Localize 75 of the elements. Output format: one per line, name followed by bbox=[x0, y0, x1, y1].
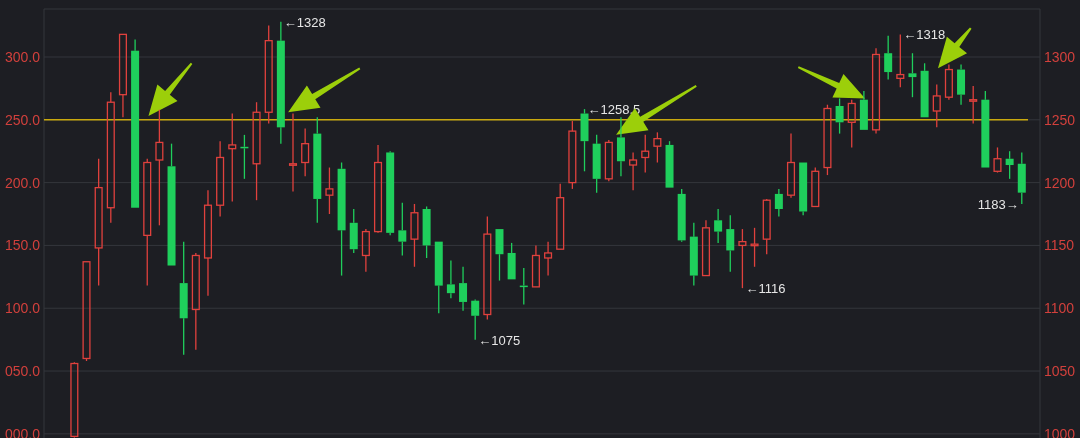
candlestick bbox=[653, 131, 662, 164]
candlestick bbox=[1005, 150, 1014, 180]
axis-label: 250.0 bbox=[4, 111, 40, 128]
axis-label: 050.0 bbox=[4, 363, 40, 380]
candlestick bbox=[932, 83, 941, 128]
candlestick bbox=[665, 140, 674, 189]
candlestick bbox=[835, 97, 844, 135]
candlestick bbox=[774, 188, 783, 218]
candlestick bbox=[786, 132, 796, 199]
axis-label: 1100 bbox=[1044, 300, 1075, 317]
price-label: ←1075 bbox=[478, 332, 521, 348]
candlestick bbox=[969, 85, 978, 125]
candlestick bbox=[823, 104, 832, 176]
axis-label: 000.0 bbox=[4, 425, 40, 438]
axis-label: 1200 bbox=[1044, 174, 1076, 191]
candlestick bbox=[471, 298, 480, 341]
candlestick bbox=[859, 90, 868, 131]
candlestick bbox=[495, 228, 504, 282]
candlestick bbox=[459, 266, 468, 312]
candlestick bbox=[410, 203, 419, 268]
candlestick bbox=[750, 227, 759, 268]
highlight-arrow bbox=[797, 66, 866, 99]
price-label: ←1328 bbox=[283, 14, 326, 30]
candlestick bbox=[1017, 151, 1026, 205]
candlestick bbox=[616, 116, 625, 177]
candlestick bbox=[629, 151, 638, 191]
candlestick bbox=[677, 188, 686, 243]
axis-label: 100.0 bbox=[4, 300, 40, 317]
candlestick bbox=[701, 219, 711, 277]
axis-label: 150.0 bbox=[4, 237, 40, 254]
candlestick bbox=[568, 120, 577, 190]
candlestick bbox=[908, 52, 917, 98]
price-label: ←1258.5 bbox=[587, 102, 641, 118]
candlestick bbox=[957, 63, 966, 106]
candlestick bbox=[762, 198, 771, 255]
price-label: 1183→ bbox=[977, 196, 1019, 212]
candlestick bbox=[531, 244, 540, 288]
candlestick bbox=[993, 146, 1002, 174]
candlestick bbox=[920, 62, 929, 118]
candlestick bbox=[604, 139, 613, 182]
candlestick bbox=[738, 228, 747, 289]
candlestick bbox=[507, 242, 516, 280]
candlestick bbox=[592, 134, 601, 194]
axis-label: 1250 bbox=[1044, 111, 1076, 128]
candlestick bbox=[325, 166, 334, 215]
candlestick bbox=[240, 134, 249, 180]
axis-label: 1150 bbox=[1044, 237, 1075, 254]
axis-label: 200.0 bbox=[4, 174, 40, 191]
candlestick bbox=[544, 241, 553, 277]
candlestick bbox=[580, 108, 589, 172]
candlestick bbox=[896, 33, 905, 88]
axis-label: 1300 bbox=[1044, 49, 1076, 65]
candlestick bbox=[361, 228, 370, 273]
candlestick bbox=[944, 63, 953, 101]
axis-label: 300.0 bbox=[4, 49, 40, 65]
candlestick bbox=[799, 161, 808, 216]
candlestick bbox=[301, 127, 310, 177]
candlestick bbox=[446, 259, 455, 299]
candlestick bbox=[689, 222, 698, 287]
candlestick bbox=[519, 267, 528, 306]
axis-label: 1050 bbox=[1044, 363, 1076, 380]
candlestick bbox=[714, 208, 723, 244]
candlestick bbox=[349, 208, 358, 254]
price-label: ←1116 bbox=[745, 281, 786, 297]
highlight-arrow bbox=[148, 62, 193, 117]
candlestick bbox=[884, 35, 893, 81]
candlestick bbox=[641, 134, 650, 174]
candlestick bbox=[556, 183, 565, 250]
candlestick bbox=[811, 166, 820, 208]
price-label: ←1318 bbox=[903, 27, 946, 43]
candlestick bbox=[398, 202, 407, 257]
candlestick bbox=[422, 205, 431, 259]
candlestick bbox=[726, 214, 735, 273]
axis-label: 1000 bbox=[1044, 425, 1076, 438]
candlestick bbox=[847, 99, 856, 149]
